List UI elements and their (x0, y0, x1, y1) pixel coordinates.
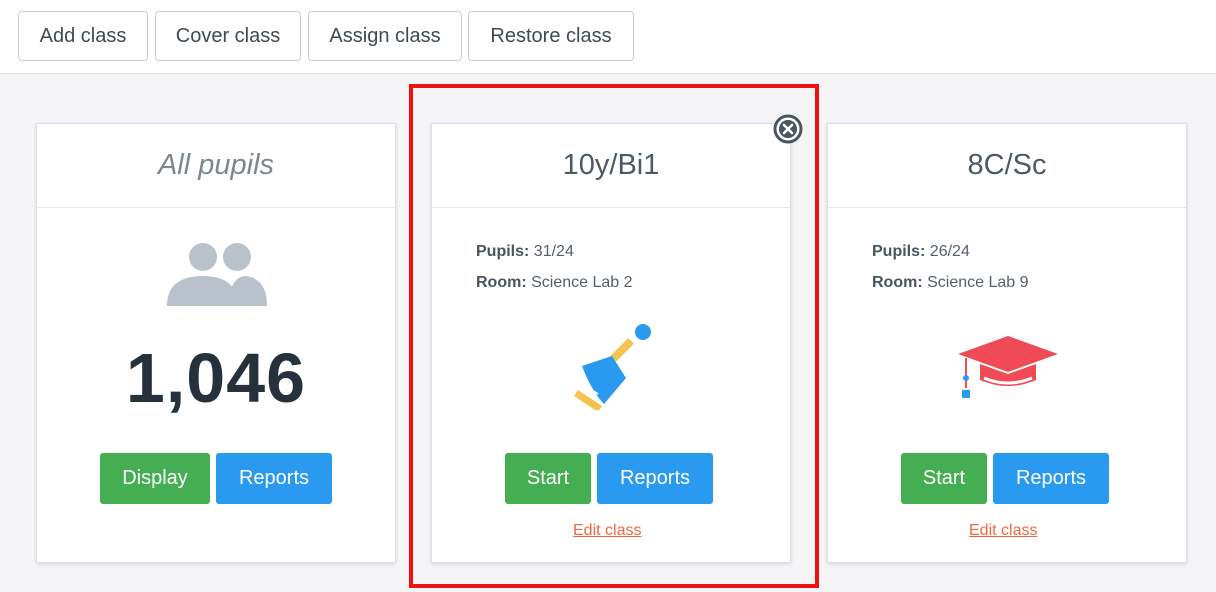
assign-class-button[interactable]: Assign class (308, 11, 462, 61)
selection-highlight (409, 84, 819, 588)
pupils-label: Pupils: (872, 243, 926, 260)
display-button[interactable]: Display (100, 453, 210, 504)
graduation-cap-icon (958, 336, 1058, 398)
pupil-count: 1,046 (125, 339, 307, 417)
toolbar: Add class Cover class Assign class Resto… (0, 0, 1216, 74)
edit-class-link[interactable]: Edit class (969, 522, 1037, 540)
start-button[interactable]: Start (901, 453, 987, 504)
class-title: 8C/Sc (828, 124, 1186, 208)
restore-class-button[interactable]: Restore class (468, 11, 634, 61)
all-pupils-title: All pupils (37, 124, 395, 208)
class-info: Pupils: 26/24 Room: Science Lab 9 (872, 236, 1029, 298)
class-card-8c-sc: 8C/Sc Pupils: 26/24 Room: Science Lab 9 … (827, 123, 1187, 563)
class-reports-button[interactable]: Reports (993, 453, 1109, 504)
all-pupils-card: All pupils 1,046 Display Reports (36, 123, 396, 563)
cover-class-button[interactable]: Cover class (155, 11, 301, 61)
close-icon[interactable] (773, 114, 803, 144)
users-icon (167, 243, 267, 306)
add-class-button[interactable]: Add class (18, 11, 148, 61)
room-label: Room: (872, 274, 923, 291)
room-value: Science Lab 9 (927, 274, 1029, 291)
pupils-value: 26/24 (929, 243, 970, 260)
all-pupils-reports-button[interactable]: Reports (216, 453, 332, 504)
